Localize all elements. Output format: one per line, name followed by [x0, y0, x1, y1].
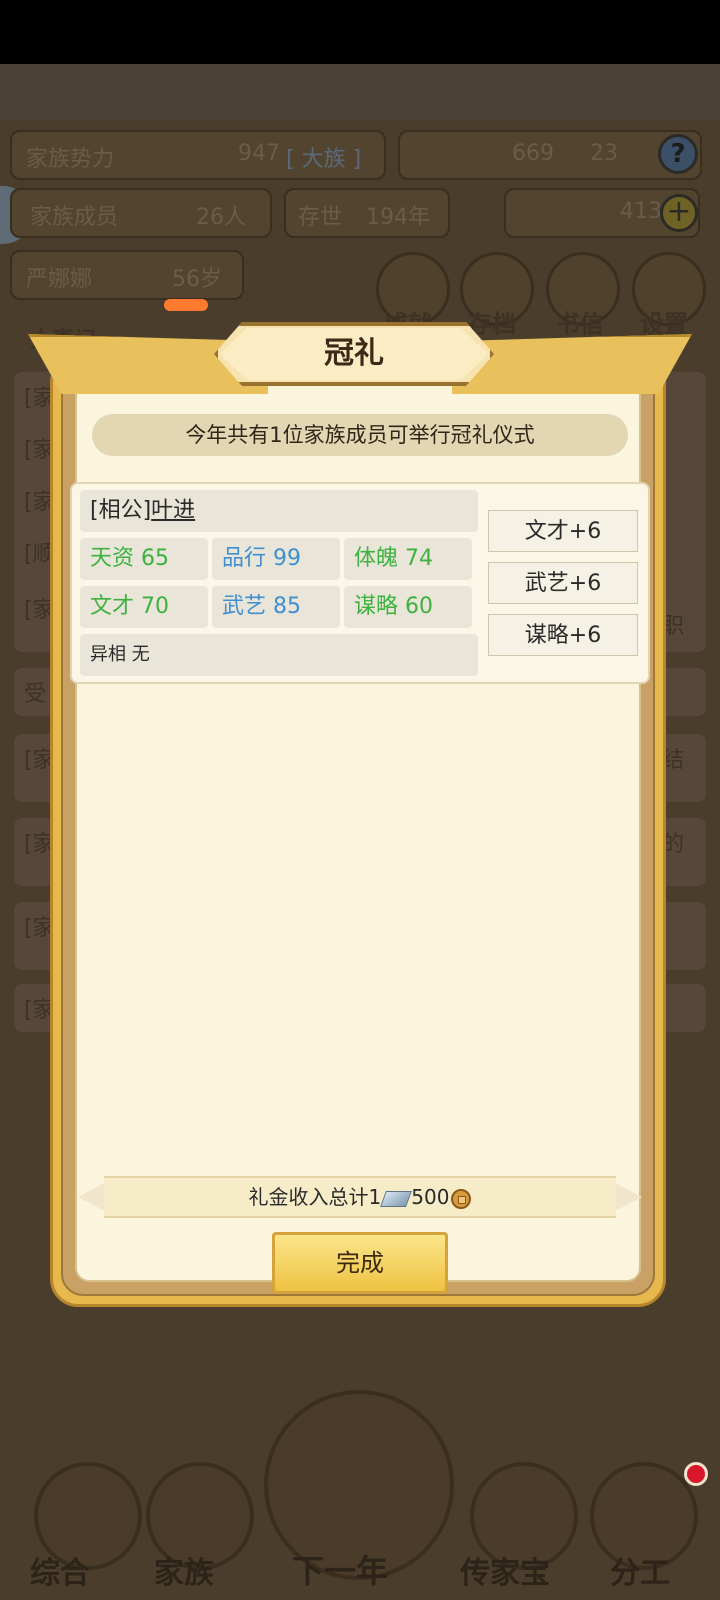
literary-bonus-button[interactable]: 文才+6	[488, 510, 638, 552]
top-band	[0, 64, 720, 120]
info-banner: 今年共有1位家族成员可举行冠礼仪式	[92, 414, 628, 456]
stat-physique: 体魄 74	[344, 538, 472, 580]
family-power-label: 家族势力	[26, 147, 115, 172]
member-name-link[interactable]: 叶进	[151, 498, 195, 523]
done-button[interactable]: 完成	[272, 1232, 448, 1294]
help-icon[interactable]: ?	[658, 134, 698, 174]
member-name-bar: [相公]叶进	[80, 490, 478, 532]
silver-value: 669	[512, 141, 554, 166]
letter-label: 书信	[556, 310, 604, 338]
notification-dot	[684, 1462, 708, 1486]
person-name: 严娜娜	[26, 267, 93, 292]
coin-icon	[451, 1188, 472, 1209]
dialog-title: 冠礼	[324, 336, 384, 371]
division-nav-label: 分工	[610, 1556, 670, 1591]
overview-nav-label: 综合	[30, 1556, 90, 1591]
silver-icon	[380, 1190, 413, 1207]
family-rank: [ 大族 ]	[286, 147, 362, 172]
next-year-nav-label: 下一年	[292, 1552, 389, 1590]
gift-income-total: 礼金收入总计1 500	[104, 1176, 616, 1218]
status-bar	[0, 0, 720, 64]
family-nav-label: 家族	[154, 1556, 214, 1591]
gold-value: 413	[620, 199, 662, 224]
martial-bonus-button[interactable]: 武艺+6	[488, 562, 638, 604]
progress-indicator	[164, 299, 208, 311]
coin-value: 23	[590, 141, 618, 166]
add-gold-icon[interactable]: +	[660, 194, 698, 232]
members-label: 家族成员	[30, 205, 119, 230]
stat-martial: 武艺 85	[212, 586, 340, 628]
stat-aptitude: 天资 65	[80, 538, 208, 580]
strategy-bonus-button[interactable]: 谋略+6	[488, 614, 638, 656]
members-value: 26人	[196, 205, 246, 230]
person-age: 56岁	[172, 267, 222, 292]
settings-label: 设置	[640, 310, 688, 338]
stat-strategy: 谋略 60	[344, 586, 472, 628]
total-amount: 500	[411, 1185, 450, 1209]
existence-value: 194年	[366, 205, 430, 230]
total-label: 礼金收入总计1	[248, 1185, 382, 1209]
heirloom-nav-label: 传家宝	[460, 1556, 550, 1591]
family-power-value: 947	[238, 141, 280, 166]
stat-conduct: 品行 99	[212, 538, 340, 580]
existence-label: 存世	[298, 205, 343, 230]
member-title: [相公]	[90, 498, 152, 523]
stat-literary: 文才 70	[80, 586, 208, 628]
trait-bar: 异相 无	[80, 634, 478, 676]
